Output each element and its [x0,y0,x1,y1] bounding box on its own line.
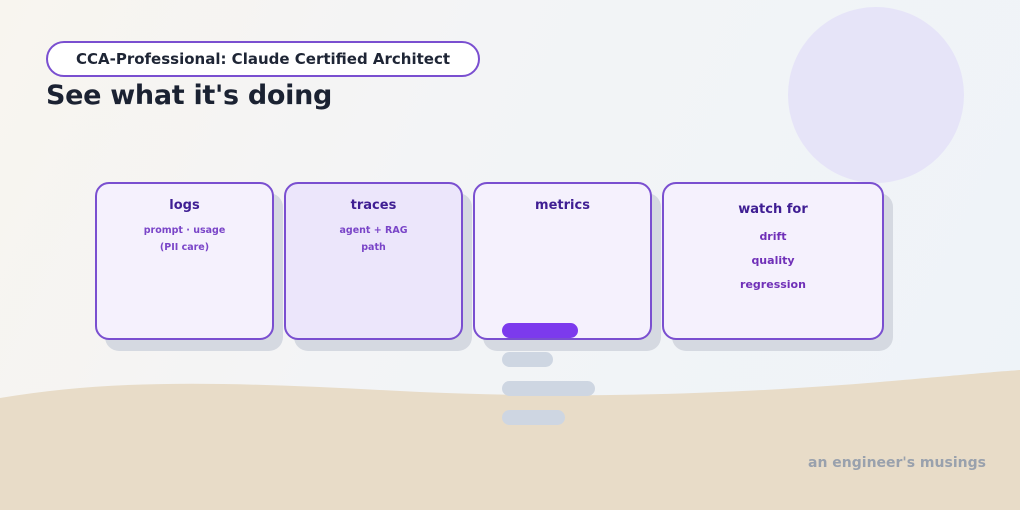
watch-item-regression: regression [740,278,806,291]
card-traces: traces agent + RAG path [284,182,463,340]
page-title: See what it's doing [46,80,333,111]
card-logs-title: logs [169,198,200,213]
card-logs-line-2: (PII care) [159,242,210,253]
card-metrics: metrics [473,182,652,340]
watch-item-quality: quality [751,254,795,267]
card-metrics-title: metrics [535,198,590,213]
card-logs-line-1: prompt · usage [143,225,226,236]
card-watch-for: watch for drift quality regression [662,182,884,340]
card-traces-title: traces [350,198,397,213]
watch-item-drift: drift [759,230,787,243]
metric-bar-4 [502,410,565,425]
card-traces-line-1: agent + RAG [339,225,408,236]
card-logs: logs prompt · usage (PII care) [95,182,274,340]
metric-bar-2 [502,352,553,367]
metric-bar-3 [502,381,595,396]
card-traces-line-2: path [361,242,386,253]
certification-badge: CCA-Professional: Claude Certified Archi… [46,41,480,77]
footer-signature: an engineer's musings [808,455,986,471]
badge-label: CCA-Professional: Claude Certified Archi… [75,50,451,68]
decorative-circle [788,7,964,183]
card-watch-title: watch for [738,202,808,217]
metric-bar-1 [502,323,578,338]
